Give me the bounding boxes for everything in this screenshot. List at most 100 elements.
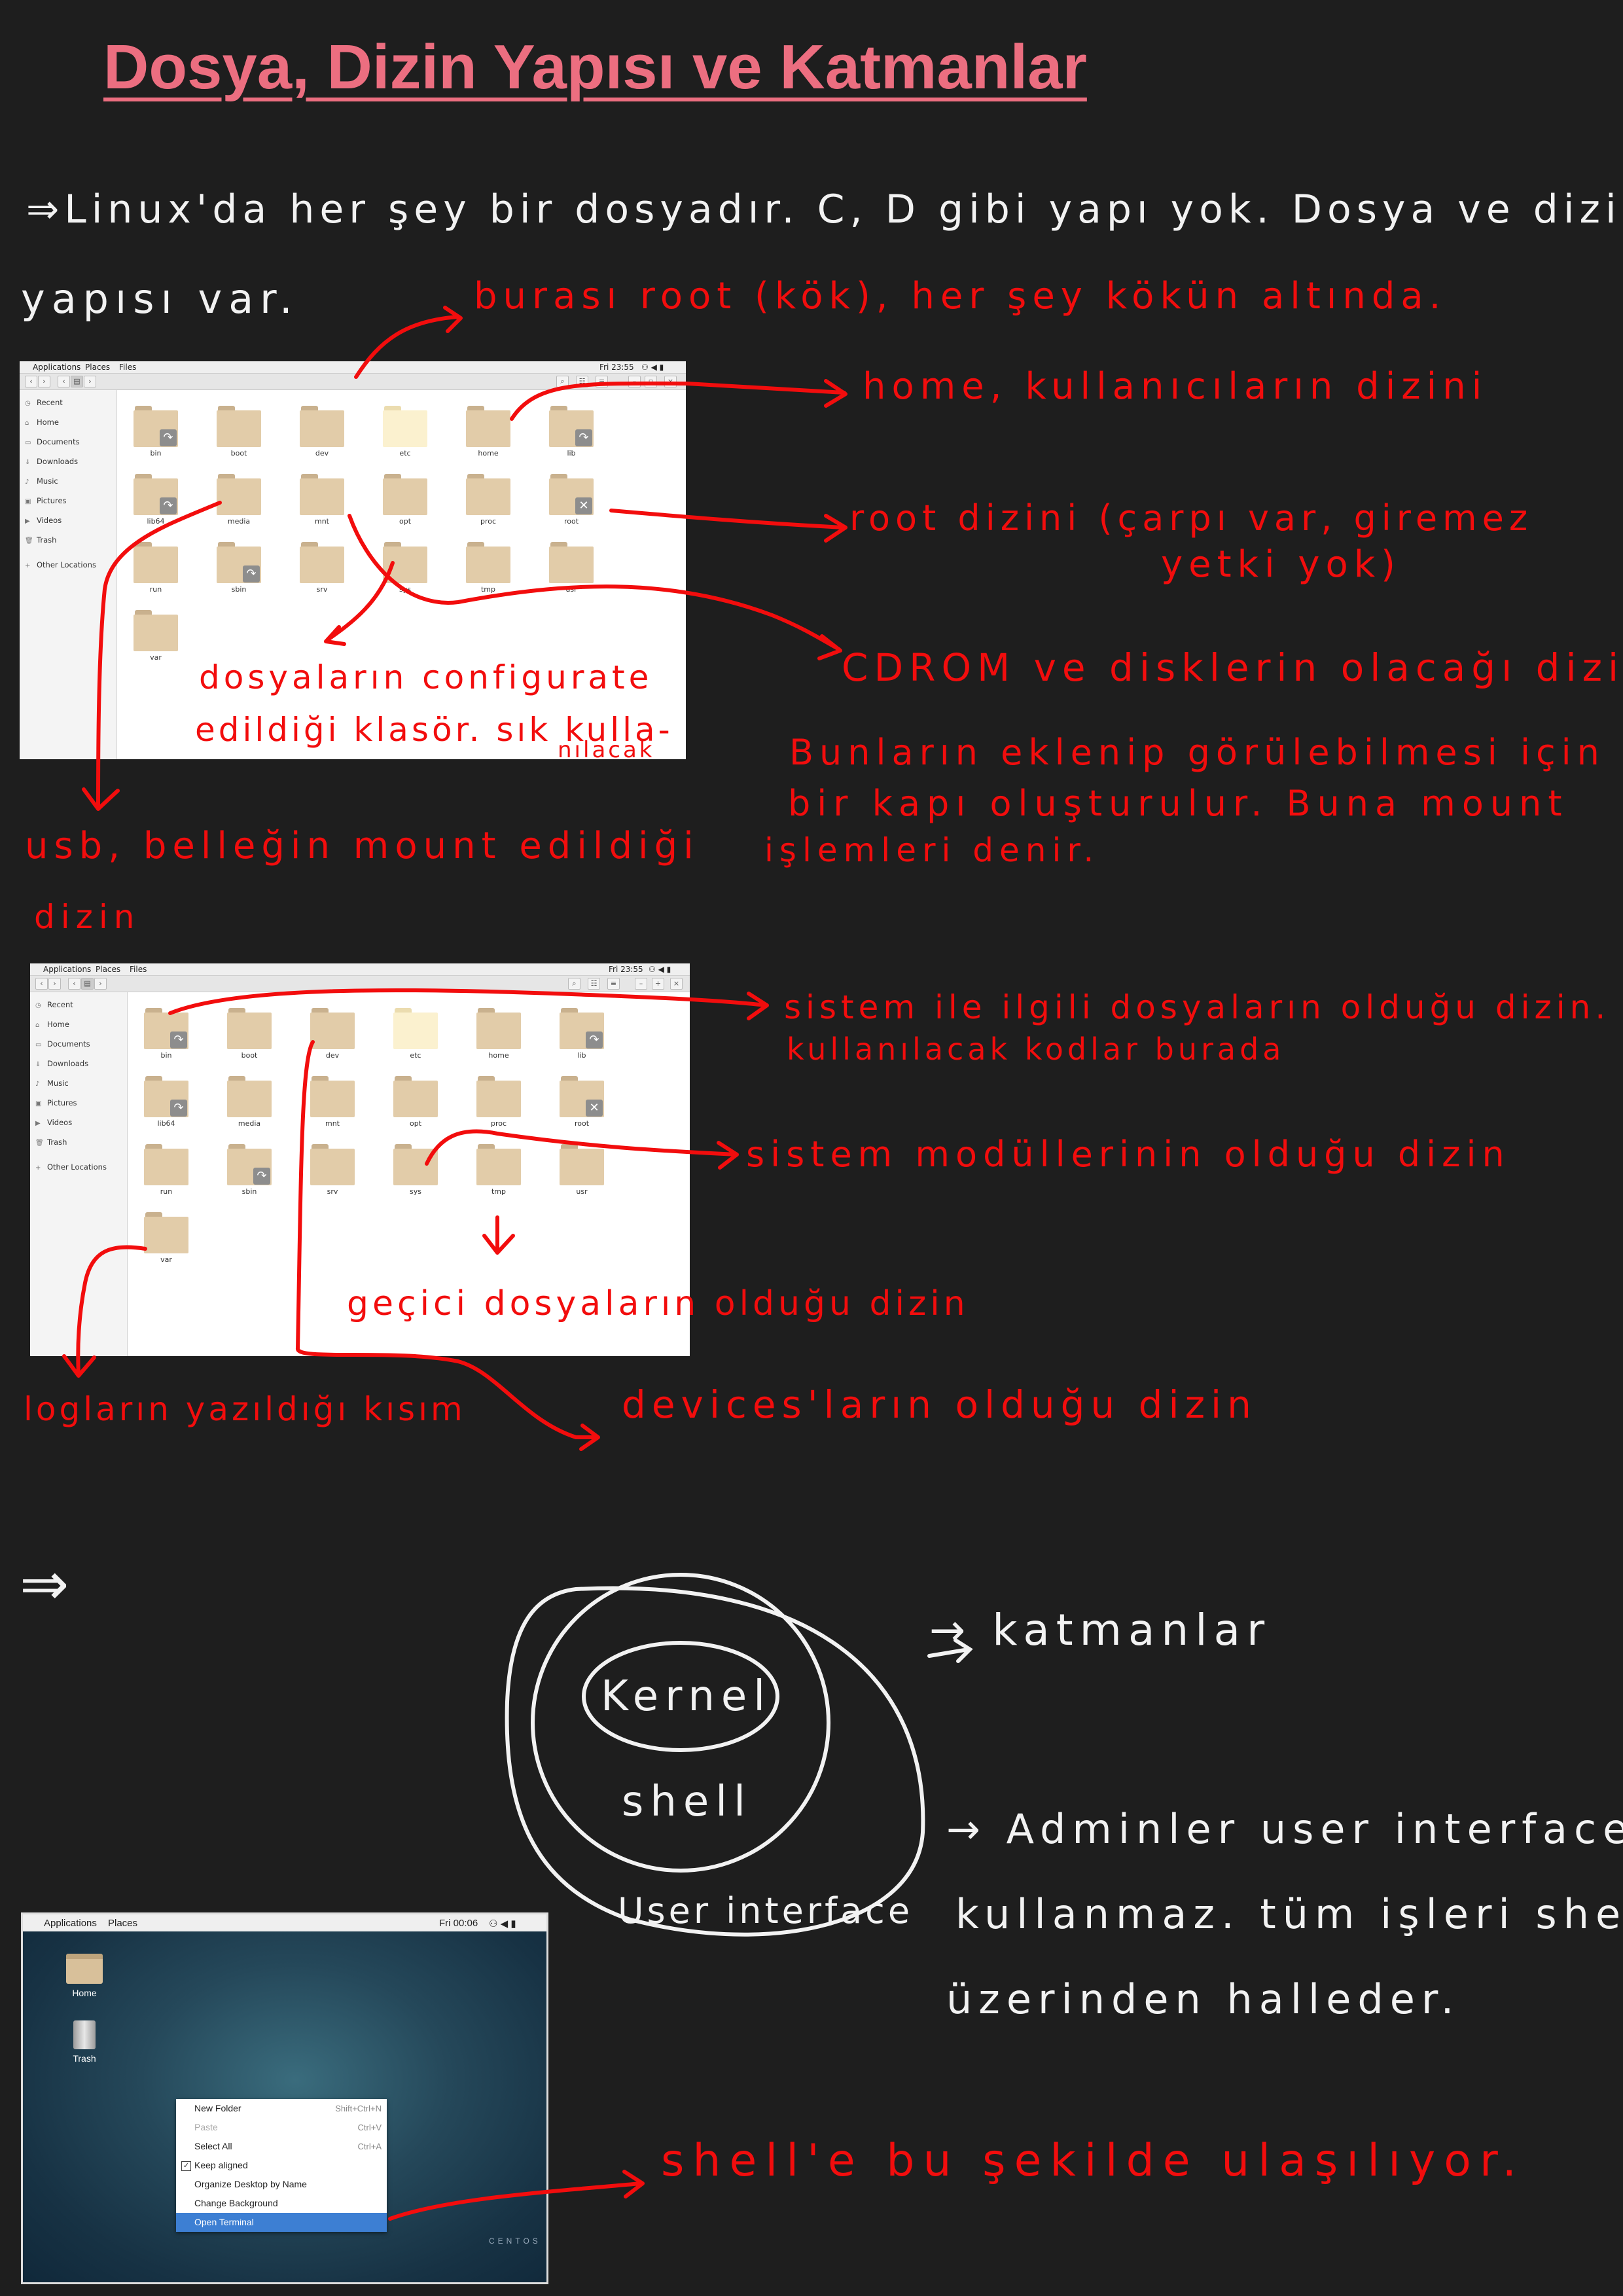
folder-bin[interactable]: ↷ bin bbox=[144, 1008, 191, 1060]
menu-item-keep-aligned[interactable]: ✓ Keep aligned bbox=[176, 2156, 387, 2175]
sidebar-item-music[interactable]: ♪ Music bbox=[25, 476, 58, 486]
folder-home[interactable]: home bbox=[466, 406, 513, 458]
menu-item-paste[interactable]: Paste Ctrl+V bbox=[176, 2118, 387, 2137]
sidebar-item-pictures[interactable]: ▣ Pictures bbox=[35, 1098, 77, 1107]
folder-tmp[interactable]: tmp bbox=[466, 542, 513, 594]
folder-sbin[interactable]: ↷ sbin bbox=[217, 542, 264, 594]
folder-etc[interactable]: etc bbox=[383, 406, 430, 458]
sidebar-item-recent[interactable]: ◷ Recent bbox=[35, 1000, 73, 1009]
folder-sys[interactable]: sys bbox=[393, 1144, 440, 1196]
folder-sbin[interactable]: ↷ sbin bbox=[227, 1144, 274, 1196]
folder-run[interactable]: run bbox=[144, 1144, 191, 1196]
folder-root[interactable]: ✕ root bbox=[560, 1076, 607, 1128]
menu-item-change-background[interactable]: Change Background bbox=[176, 2194, 387, 2213]
search-icon[interactable]: ⌕ bbox=[556, 376, 569, 387]
sidebar-item-trash[interactable]: 🗑 Trash bbox=[35, 1138, 67, 1147]
checkbox-icon[interactable]: ✓ bbox=[181, 2161, 191, 2171]
folder-tmp[interactable]: tmp bbox=[476, 1144, 524, 1196]
folder-usr[interactable]: usr bbox=[560, 1144, 607, 1196]
sidebar-item-videos[interactable]: ▶ Videos bbox=[25, 516, 62, 525]
folder-root[interactable]: ✕ root bbox=[549, 474, 596, 526]
back-icon[interactable]: ‹ bbox=[25, 376, 37, 387]
folder-srv[interactable]: srv bbox=[300, 542, 347, 594]
path-left-icon[interactable]: ‹ bbox=[68, 978, 80, 990]
forward-icon[interactable]: › bbox=[38, 376, 50, 387]
minimize-icon[interactable]: – bbox=[635, 978, 647, 990]
folder-mnt[interactable]: mnt bbox=[310, 1076, 357, 1128]
menu-icon[interactable]: ≡ bbox=[607, 978, 620, 990]
places-menu[interactable]: Places bbox=[108, 1918, 137, 1929]
sidebar-item-other-locations[interactable]: + Other Locations bbox=[35, 1162, 107, 1172]
folder-srv[interactable]: srv bbox=[310, 1144, 357, 1196]
forward-icon[interactable]: › bbox=[48, 978, 61, 990]
path-left-icon[interactable]: ‹ bbox=[58, 376, 70, 387]
menu-item-select-all[interactable]: Select All Ctrl+A bbox=[176, 2137, 387, 2156]
folder-opt[interactable]: opt bbox=[393, 1076, 440, 1128]
folder-usr[interactable]: usr bbox=[549, 542, 596, 594]
minimize-icon[interactable]: – bbox=[628, 376, 641, 387]
applications-menu[interactable]: Applications bbox=[43, 965, 91, 974]
folder-lib64[interactable]: ↷ lib64 bbox=[134, 474, 181, 526]
folder-run[interactable]: run bbox=[134, 542, 181, 594]
folder-var[interactable]: var bbox=[144, 1212, 191, 1265]
back-icon[interactable]: ‹ bbox=[35, 978, 48, 990]
sidebar-item-trash[interactable]: 🗑 Trash bbox=[25, 535, 56, 545]
applications-menu[interactable]: Applications bbox=[33, 363, 80, 372]
folder-media[interactable]: media bbox=[227, 1076, 274, 1128]
sidebar-item-home[interactable]: ⌂ Home bbox=[35, 1020, 69, 1029]
sidebar-item-other-locations[interactable]: + Other Locations bbox=[25, 560, 96, 569]
drive-icon[interactable]: ▤ bbox=[81, 978, 94, 990]
folder-body bbox=[466, 547, 510, 583]
folder-lib64[interactable]: ↷ lib64 bbox=[144, 1076, 191, 1128]
applications-menu[interactable]: Applications bbox=[44, 1918, 97, 1929]
desktop-home-icon[interactable]: Home bbox=[58, 1954, 111, 1998]
sidebar-item-recent[interactable]: ◷ Recent bbox=[25, 398, 63, 407]
view-toggle-icon[interactable]: ☷ bbox=[588, 978, 600, 990]
folder-var[interactable]: var bbox=[134, 610, 181, 662]
sidebar-item-music[interactable]: ♪ Music bbox=[35, 1079, 69, 1088]
sidebar-item-downloads[interactable]: ⇓ Downloads bbox=[25, 457, 78, 466]
maximize-icon[interactable]: ▫ bbox=[645, 376, 657, 387]
places-menu[interactable]: Places bbox=[85, 363, 110, 372]
folder-proc[interactable]: proc bbox=[466, 474, 513, 526]
desktop-trash-icon[interactable]: Trash bbox=[58, 2020, 111, 2064]
files-menu[interactable]: Files bbox=[119, 363, 136, 372]
folder-dev[interactable]: dev bbox=[300, 406, 347, 458]
sidebar-item-videos[interactable]: ▶ Videos bbox=[35, 1118, 72, 1127]
maximize-icon[interactable]: + bbox=[652, 978, 664, 990]
view-toggle-icon[interactable]: ☷ bbox=[576, 376, 588, 387]
menu-icon[interactable]: ≡ bbox=[596, 376, 608, 387]
folder-home[interactable]: home bbox=[476, 1008, 524, 1060]
folder-sys[interactable]: sys bbox=[383, 542, 430, 594]
sidebar-item-downloads[interactable]: ⇓ Downloads bbox=[35, 1059, 88, 1068]
folder-dev[interactable]: dev bbox=[310, 1008, 357, 1060]
root-dir-note-line2: yetki yok) bbox=[1161, 543, 1402, 586]
folder-boot[interactable]: boot bbox=[217, 406, 264, 458]
folder-lib[interactable]: ↷ lib bbox=[549, 406, 596, 458]
sidebar-item-pictures[interactable]: ▣ Pictures bbox=[25, 496, 67, 505]
menu-item-organize-desktop-by-name[interactable]: Organize Desktop by Name bbox=[176, 2175, 387, 2194]
folder-proc[interactable]: proc bbox=[476, 1076, 524, 1128]
menu-item-open-terminal[interactable]: Open Terminal bbox=[176, 2213, 387, 2232]
drive-icon[interactable]: ▤ bbox=[71, 376, 83, 387]
places-menu[interactable]: Places bbox=[96, 965, 120, 974]
sidebar-item-documents[interactable]: ▭ Documents bbox=[35, 1039, 90, 1049]
path-right-icon[interactable]: › bbox=[94, 978, 107, 990]
folder-boot[interactable]: boot bbox=[227, 1008, 274, 1060]
close-icon[interactable]: × bbox=[670, 978, 683, 990]
folder-bin[interactable]: ↷ bin bbox=[134, 406, 181, 458]
folder-lib[interactable]: ↷ lib bbox=[560, 1008, 607, 1060]
folder-opt[interactable]: opt bbox=[383, 474, 430, 526]
close-icon[interactable]: × bbox=[664, 376, 677, 387]
sidebar-item-label: Music bbox=[37, 476, 58, 486]
folder-mnt[interactable]: mnt bbox=[300, 474, 347, 526]
symlink-emblem-icon: ↷ bbox=[575, 429, 592, 446]
menu-item-new-folder[interactable]: New Folder Shift+Ctrl+N bbox=[176, 2099, 387, 2118]
sidebar-item-documents[interactable]: ▭ Documents bbox=[25, 437, 80, 446]
path-right-icon[interactable]: › bbox=[84, 376, 96, 387]
files-menu[interactable]: Files bbox=[130, 965, 147, 974]
sidebar-item-home[interactable]: ⌂ Home bbox=[25, 418, 59, 427]
folder-media[interactable]: media bbox=[217, 474, 264, 526]
folder-etc[interactable]: etc bbox=[393, 1008, 440, 1060]
search-icon[interactable]: ⌕ bbox=[568, 978, 580, 990]
